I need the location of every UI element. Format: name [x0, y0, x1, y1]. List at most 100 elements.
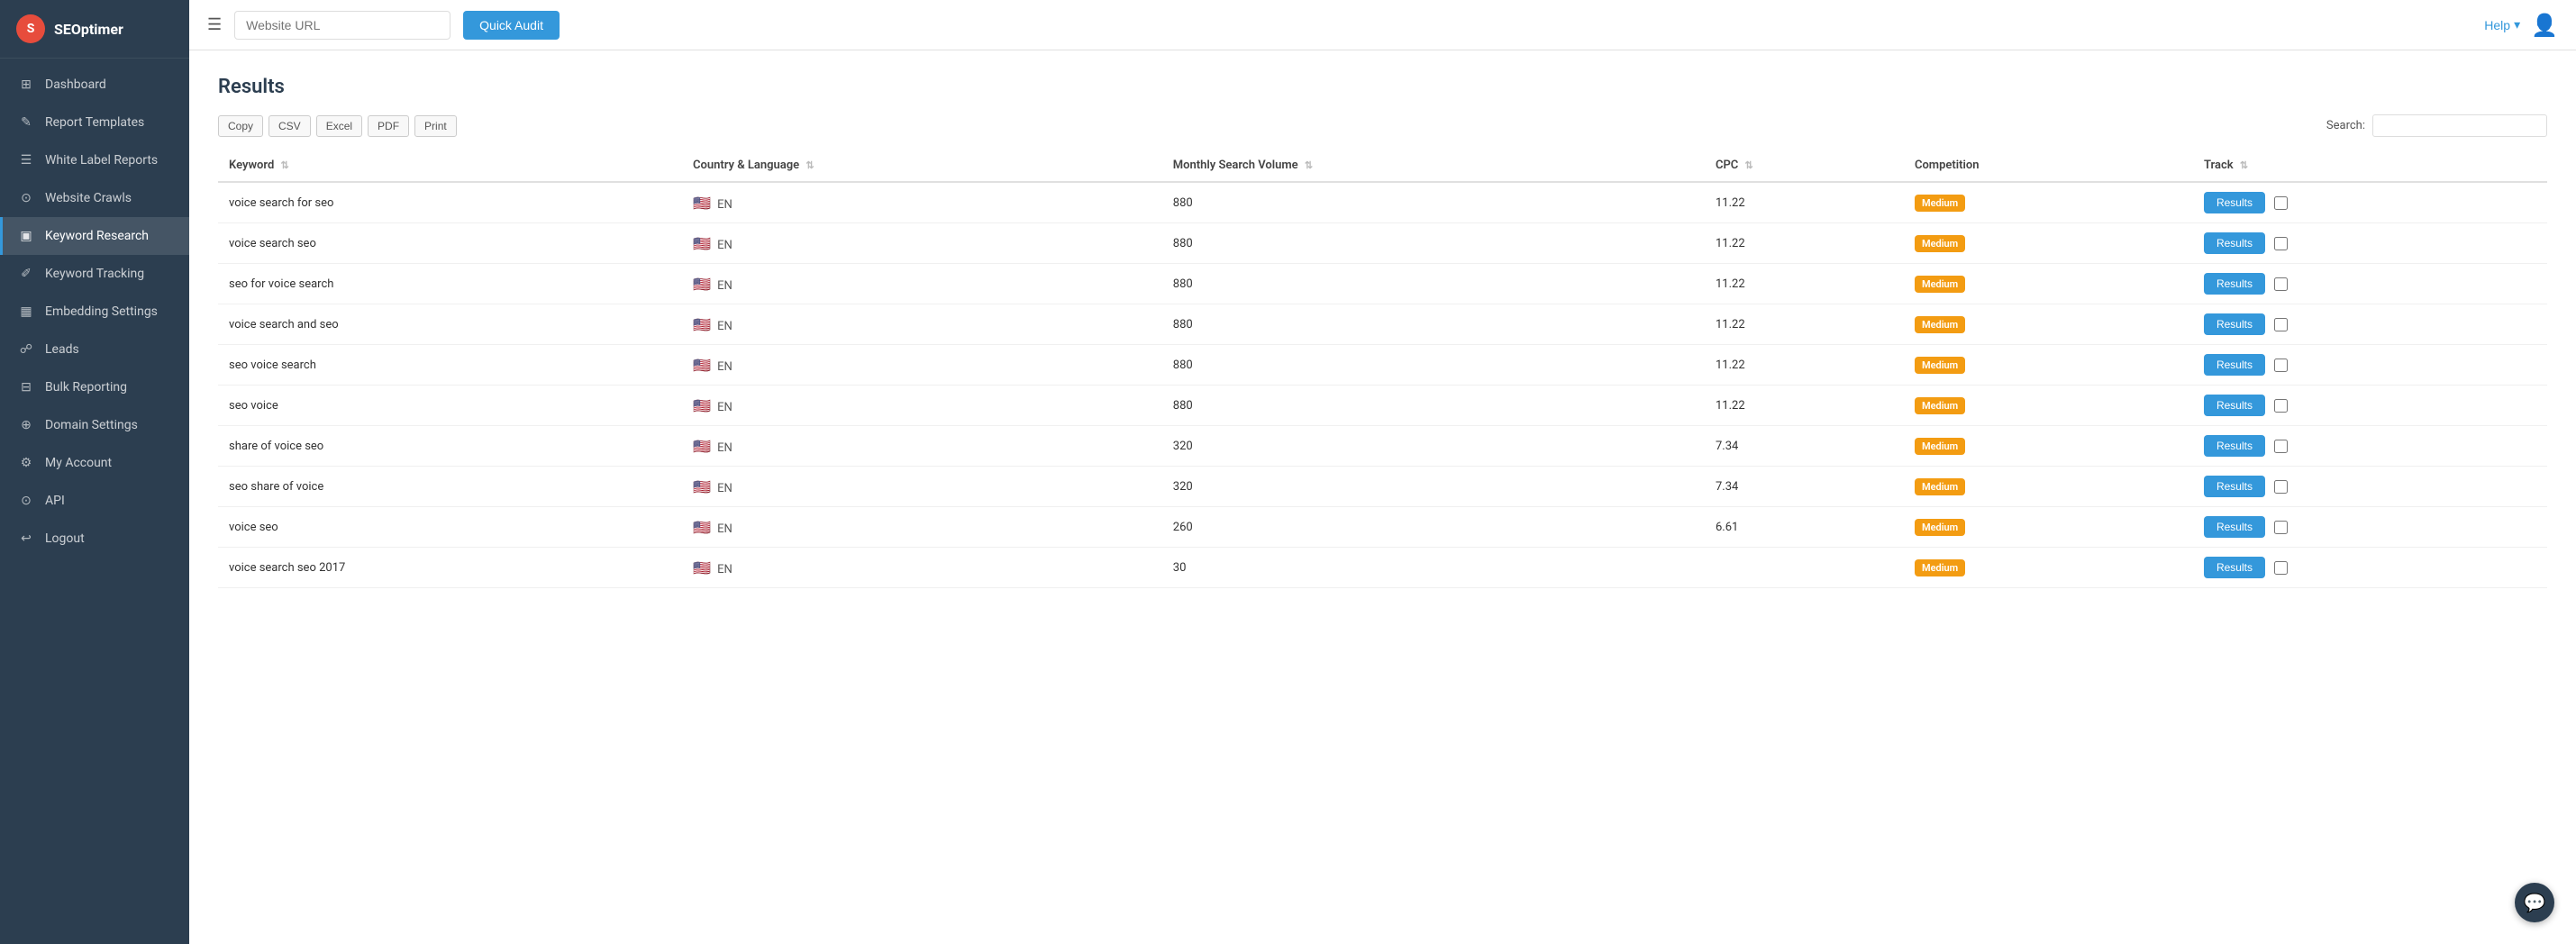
results-button-4[interactable]: Results — [2204, 354, 2265, 376]
cell-volume-8: 260 — [1162, 507, 1705, 548]
track-checkbox-6[interactable] — [2274, 440, 2288, 453]
menu-icon[interactable]: ☰ — [207, 15, 222, 34]
cell-track-0: Results — [2193, 183, 2547, 222]
track-checkbox-2[interactable] — [2274, 277, 2288, 291]
sidebar-label-white-label-reports: White Label Reports — [45, 153, 158, 168]
competition-badge-2: Medium — [1915, 276, 1965, 293]
sidebar-item-domain-settings[interactable]: ⊕ Domain Settings — [0, 406, 189, 444]
quick-audit-button[interactable]: Quick Audit — [463, 11, 560, 40]
table-row: voice search seo 2017 🇺🇸 EN 30 Medium Re… — [218, 548, 2547, 588]
col-country-language: Country & Language ⇅ — [682, 150, 1162, 182]
flag-icon-7: 🇺🇸 — [693, 478, 711, 495]
flag-icon-2: 🇺🇸 — [693, 276, 711, 293]
user-avatar-icon[interactable]: 👤 — [2531, 13, 2558, 38]
cell-country-0: 🇺🇸 EN — [682, 182, 1162, 223]
table-row: voice search for seo 🇺🇸 EN 880 11.22 Med… — [218, 182, 2547, 223]
track-checkbox-4[interactable] — [2274, 359, 2288, 372]
help-button[interactable]: Help ▾ — [2484, 17, 2520, 32]
results-button-1[interactable]: Results — [2204, 232, 2265, 254]
track-checkbox-8[interactable] — [2274, 521, 2288, 534]
col-competition: Competition — [1904, 150, 2193, 182]
page-title: Results — [218, 76, 2547, 98]
cell-country-6: 🇺🇸 EN — [682, 426, 1162, 467]
sidebar-item-api[interactable]: ⊙ API — [0, 482, 189, 520]
sort-track-icon[interactable]: ⇅ — [2240, 159, 2248, 171]
sidebar-item-logout[interactable]: ↩ Logout — [0, 520, 189, 558]
table-row: seo voice search 🇺🇸 EN 880 11.22 Medium … — [218, 345, 2547, 386]
url-input[interactable] — [234, 11, 451, 40]
table-body: voice search for seo 🇺🇸 EN 880 11.22 Med… — [218, 182, 2547, 588]
cell-keyword-3: voice search and seo — [218, 304, 682, 345]
cell-keyword-1: voice search seo — [218, 223, 682, 264]
sidebar-item-my-account[interactable]: ⚙ My Account — [0, 444, 189, 482]
cell-volume-9: 30 — [1162, 548, 1705, 588]
table-row: voice search and seo 🇺🇸 EN 880 11.22 Med… — [218, 304, 2547, 345]
copy-button[interactable]: Copy — [218, 115, 263, 137]
lang-6: EN — [717, 441, 733, 455]
topbar: ☰ Quick Audit Help ▾ 👤 — [189, 0, 2576, 50]
bulk-reporting-icon: ⊟ — [18, 380, 34, 395]
content-area: Results Copy CSV Excel PDF Print Search:… — [189, 50, 2576, 944]
search-input[interactable] — [2372, 114, 2547, 137]
table-row: seo for voice search 🇺🇸 EN 880 11.22 Med… — [218, 264, 2547, 304]
cell-competition-2: Medium — [1904, 264, 2193, 304]
sidebar-label-api: API — [45, 494, 65, 508]
col-cpc: CPC ⇅ — [1705, 150, 1904, 182]
cell-keyword-4: seo voice search — [218, 345, 682, 386]
cell-keyword-8: voice seo — [218, 507, 682, 548]
cell-track-4: Results — [2193, 345, 2547, 385]
track-checkbox-1[interactable] — [2274, 237, 2288, 250]
excel-button[interactable]: Excel — [316, 115, 362, 137]
print-button[interactable]: Print — [414, 115, 457, 137]
sort-country-icon[interactable]: ⇅ — [806, 159, 814, 171]
chat-bubble[interactable]: 💬 — [2515, 883, 2554, 922]
cell-competition-1: Medium — [1904, 223, 2193, 264]
sidebar-item-report-templates[interactable]: ✎ Report Templates — [0, 104, 189, 141]
track-checkbox-3[interactable] — [2274, 318, 2288, 331]
lang-3: EN — [717, 320, 733, 333]
pdf-button[interactable]: PDF — [368, 115, 409, 137]
competition-badge-1: Medium — [1915, 235, 1965, 252]
cell-keyword-9: voice search seo 2017 — [218, 548, 682, 588]
results-button-9[interactable]: Results — [2204, 557, 2265, 578]
flag-icon-8: 🇺🇸 — [693, 519, 711, 536]
results-button-6[interactable]: Results — [2204, 435, 2265, 457]
sidebar-nav: ⊞ Dashboard✎ Report Templates☰ White Lab… — [0, 59, 189, 944]
website-crawls-icon: ⊙ — [18, 191, 34, 205]
track-checkbox-7[interactable] — [2274, 480, 2288, 494]
sidebar-item-keyword-tracking[interactable]: ✐ Keyword Tracking — [0, 255, 189, 293]
track-checkbox-9[interactable] — [2274, 561, 2288, 575]
competition-badge-4: Medium — [1915, 357, 1965, 374]
results-button-5[interactable]: Results — [2204, 395, 2265, 416]
cell-cpc-0: 11.22 — [1705, 182, 1904, 223]
sidebar-item-keyword-research[interactable]: ▣ Keyword Research — [0, 217, 189, 255]
sidebar-item-white-label-reports[interactable]: ☰ White Label Reports — [0, 141, 189, 179]
search-label: Search: — [2326, 119, 2365, 132]
track-checkbox-0[interactable] — [2274, 196, 2288, 210]
cell-keyword-5: seo voice — [218, 386, 682, 426]
cell-volume-5: 880 — [1162, 386, 1705, 426]
competition-badge-3: Medium — [1915, 316, 1965, 333]
help-label: Help — [2484, 18, 2510, 32]
sidebar-item-bulk-reporting[interactable]: ⊟ Bulk Reporting — [0, 368, 189, 406]
sort-keyword-icon[interactable]: ⇅ — [281, 159, 289, 171]
sidebar-item-embedding-settings[interactable]: ▦ Embedding Settings — [0, 293, 189, 331]
results-button-3[interactable]: Results — [2204, 313, 2265, 335]
results-button-8[interactable]: Results — [2204, 516, 2265, 538]
cell-track-9: Results — [2193, 548, 2547, 587]
results-button-0[interactable]: Results — [2204, 192, 2265, 213]
cell-keyword-0: voice search for seo — [218, 182, 682, 223]
cell-country-3: 🇺🇸 EN — [682, 304, 1162, 345]
csv-button[interactable]: CSV — [269, 115, 311, 137]
sort-volume-icon[interactable]: ⇅ — [1305, 159, 1313, 171]
track-checkbox-5[interactable] — [2274, 399, 2288, 413]
cell-volume-7: 320 — [1162, 467, 1705, 507]
results-button-7[interactable]: Results — [2204, 476, 2265, 497]
cell-competition-5: Medium — [1904, 386, 2193, 426]
flag-icon-0: 🇺🇸 — [693, 195, 711, 212]
sidebar-item-dashboard[interactable]: ⊞ Dashboard — [0, 66, 189, 104]
sort-cpc-icon[interactable]: ⇅ — [1745, 159, 1753, 171]
sidebar-item-website-crawls[interactable]: ⊙ Website Crawls — [0, 179, 189, 217]
sidebar-item-leads[interactable]: ☍ Leads — [0, 331, 189, 368]
results-button-2[interactable]: Results — [2204, 273, 2265, 295]
